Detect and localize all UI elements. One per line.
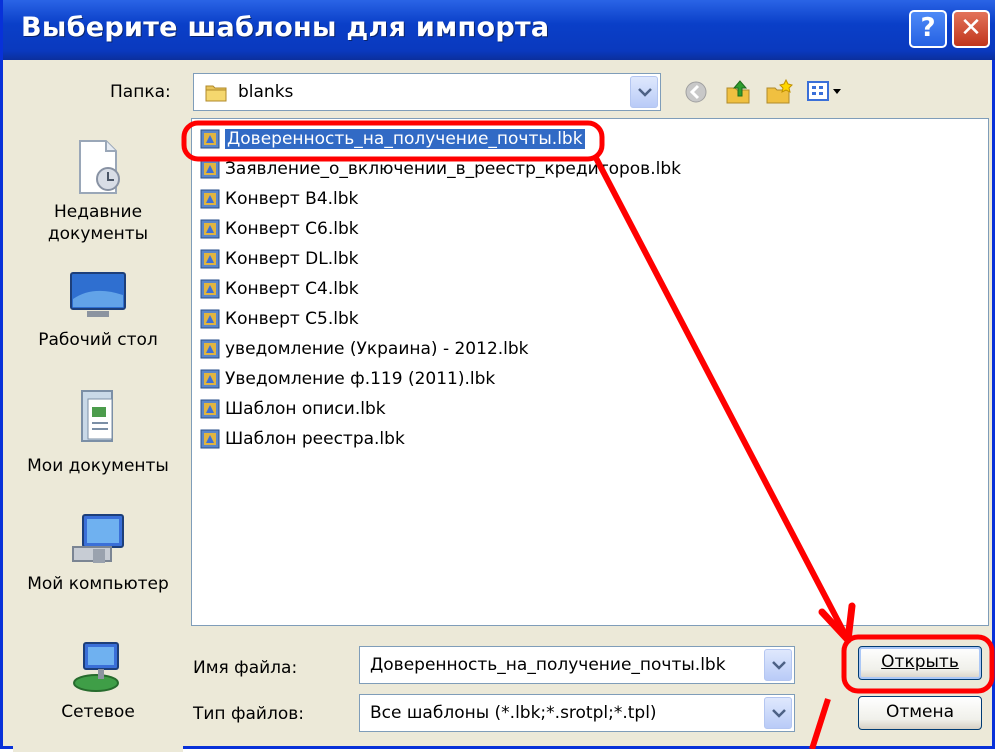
help-button[interactable]: ? bbox=[909, 10, 947, 48]
lbk-file-icon bbox=[200, 399, 220, 419]
filename-value: Доверенность_на_получение_почты.lbk bbox=[370, 655, 726, 675]
file-item[interactable]: уведомление (Украина) - 2012.lbk bbox=[200, 336, 529, 362]
lbk-file-icon bbox=[200, 369, 220, 389]
lbk-file-icon bbox=[200, 159, 220, 179]
file-name: Конверт C5.lbk bbox=[225, 309, 359, 329]
place-label: Недавние документы bbox=[47, 202, 149, 244]
desktop-icon bbox=[70, 272, 126, 317]
place-label: Мой компьютер bbox=[27, 574, 169, 594]
lbk-file-icon bbox=[200, 279, 220, 299]
lbk-file-icon bbox=[200, 429, 220, 449]
file-item[interactable]: Конверт DL.lbk bbox=[200, 246, 359, 272]
window-title: Выберите шаблоны для импорта bbox=[21, 12, 550, 43]
file-item[interactable]: Конверт B4.lbk bbox=[200, 186, 358, 212]
open-button[interactable]: Открыть bbox=[858, 646, 982, 680]
file-item[interactable]: Заявление_о_включении_в_реестр_кредиторо… bbox=[200, 156, 681, 182]
my-documents-icon bbox=[81, 390, 113, 442]
cancel-button-label: Отмена bbox=[885, 702, 955, 722]
file-name: Заявление_о_включении_в_реестр_кредиторо… bbox=[225, 159, 681, 179]
back-icon[interactable] bbox=[684, 80, 708, 104]
lbk-file-icon bbox=[200, 129, 220, 149]
network-icon bbox=[73, 642, 119, 692]
file-list[interactable]: Доверенность_на_получение_почты.lbk Заяв… bbox=[191, 118, 989, 626]
file-item[interactable]: Конверт C4.lbk bbox=[200, 276, 359, 302]
up-folder-icon[interactable] bbox=[724, 78, 752, 106]
file-item[interactable]: Конверт C6.lbk bbox=[200, 216, 359, 242]
folder-dropdown-button[interactable] bbox=[630, 76, 658, 108]
filetype-dropdown-button[interactable] bbox=[764, 697, 792, 729]
open-button-label: Открыть bbox=[881, 652, 959, 672]
places-bar: Недавние документы Рабочий стол Мои доку… bbox=[13, 118, 183, 752]
folder-value: blanks bbox=[238, 82, 294, 102]
place-label: Сетевое bbox=[61, 702, 135, 722]
lbk-file-icon bbox=[200, 339, 220, 359]
place-network[interactable]: Сетевое bbox=[14, 639, 182, 723]
recent-documents-icon bbox=[79, 140, 120, 194]
file-name: уведомление (Украина) - 2012.lbk bbox=[225, 339, 529, 359]
place-recent-documents[interactable]: Недавние документы bbox=[14, 137, 182, 245]
filetype-select[interactable]: Все шаблоны (*.lbk;*.srotpl;*.tpl) bbox=[359, 694, 795, 732]
view-menu-icon[interactable] bbox=[807, 80, 847, 104]
folder-label: Папка: bbox=[110, 82, 171, 102]
file-name: Шаблон реестра.lbk bbox=[225, 429, 405, 449]
close-icon: ✕ bbox=[960, 13, 982, 43]
chevron-down-icon bbox=[772, 709, 786, 718]
lbk-file-icon bbox=[200, 249, 220, 269]
file-item[interactable]: Конверт C5.lbk bbox=[200, 306, 359, 332]
folder-combo[interactable]: blanks bbox=[193, 73, 661, 111]
file-open-dialog: Выберите шаблоны для импорта ? ✕ Папка: … bbox=[0, 0, 995, 752]
filename-input[interactable]: Доверенность_на_получение_почты.lbk bbox=[359, 646, 795, 684]
filename-dropdown-button[interactable] bbox=[764, 649, 792, 681]
file-name: Конверт C6.lbk bbox=[225, 219, 359, 239]
close-button[interactable]: ✕ bbox=[952, 10, 990, 48]
lbk-file-icon bbox=[200, 189, 220, 209]
lbk-file-icon bbox=[200, 219, 220, 239]
folder-icon bbox=[205, 85, 227, 102]
filetype-label: Тип файлов: bbox=[193, 704, 304, 724]
chevron-down-icon bbox=[772, 661, 786, 670]
file-name: Конверт DL.lbk bbox=[225, 249, 359, 269]
file-item[interactable]: Шаблон описи.lbk bbox=[200, 396, 386, 422]
place-my-documents[interactable]: Мои документы bbox=[14, 387, 182, 477]
file-item[interactable]: Шаблон реестра.lbk bbox=[200, 426, 405, 452]
file-name: Шаблон описи.lbk bbox=[225, 399, 386, 419]
place-my-computer[interactable]: Мой компьютер bbox=[14, 511, 182, 595]
place-label: Мои документы bbox=[27, 456, 169, 476]
lbk-file-icon bbox=[200, 309, 220, 329]
file-item[interactable]: Доверенность_на_получение_почты.lbk bbox=[200, 126, 585, 152]
help-icon: ? bbox=[920, 13, 936, 43]
cancel-button[interactable]: Отмена bbox=[858, 696, 982, 730]
place-desktop[interactable]: Рабочий стол bbox=[14, 269, 182, 351]
filetype-value: Все шаблоны (*.lbk;*.srotpl;*.tpl) bbox=[370, 703, 657, 723]
file-name: Доверенность_на_получение_почты.lbk bbox=[225, 129, 585, 149]
filename-label: Имя файла: bbox=[193, 658, 298, 678]
file-item[interactable]: Уведомление ф.119 (2011).lbk bbox=[200, 366, 495, 392]
place-label: Рабочий стол bbox=[38, 330, 158, 350]
file-name: Конверт B4.lbk bbox=[225, 189, 359, 209]
file-name: Конверт C4.lbk bbox=[225, 279, 359, 299]
file-name: Уведомление ф.119 (2011).lbk bbox=[225, 369, 496, 389]
chevron-down-icon bbox=[638, 88, 652, 97]
new-folder-icon[interactable] bbox=[764, 78, 794, 106]
my-computer-icon bbox=[72, 514, 124, 563]
title-bar: Выберите шаблоны для импорта ? ✕ bbox=[3, 0, 995, 60]
